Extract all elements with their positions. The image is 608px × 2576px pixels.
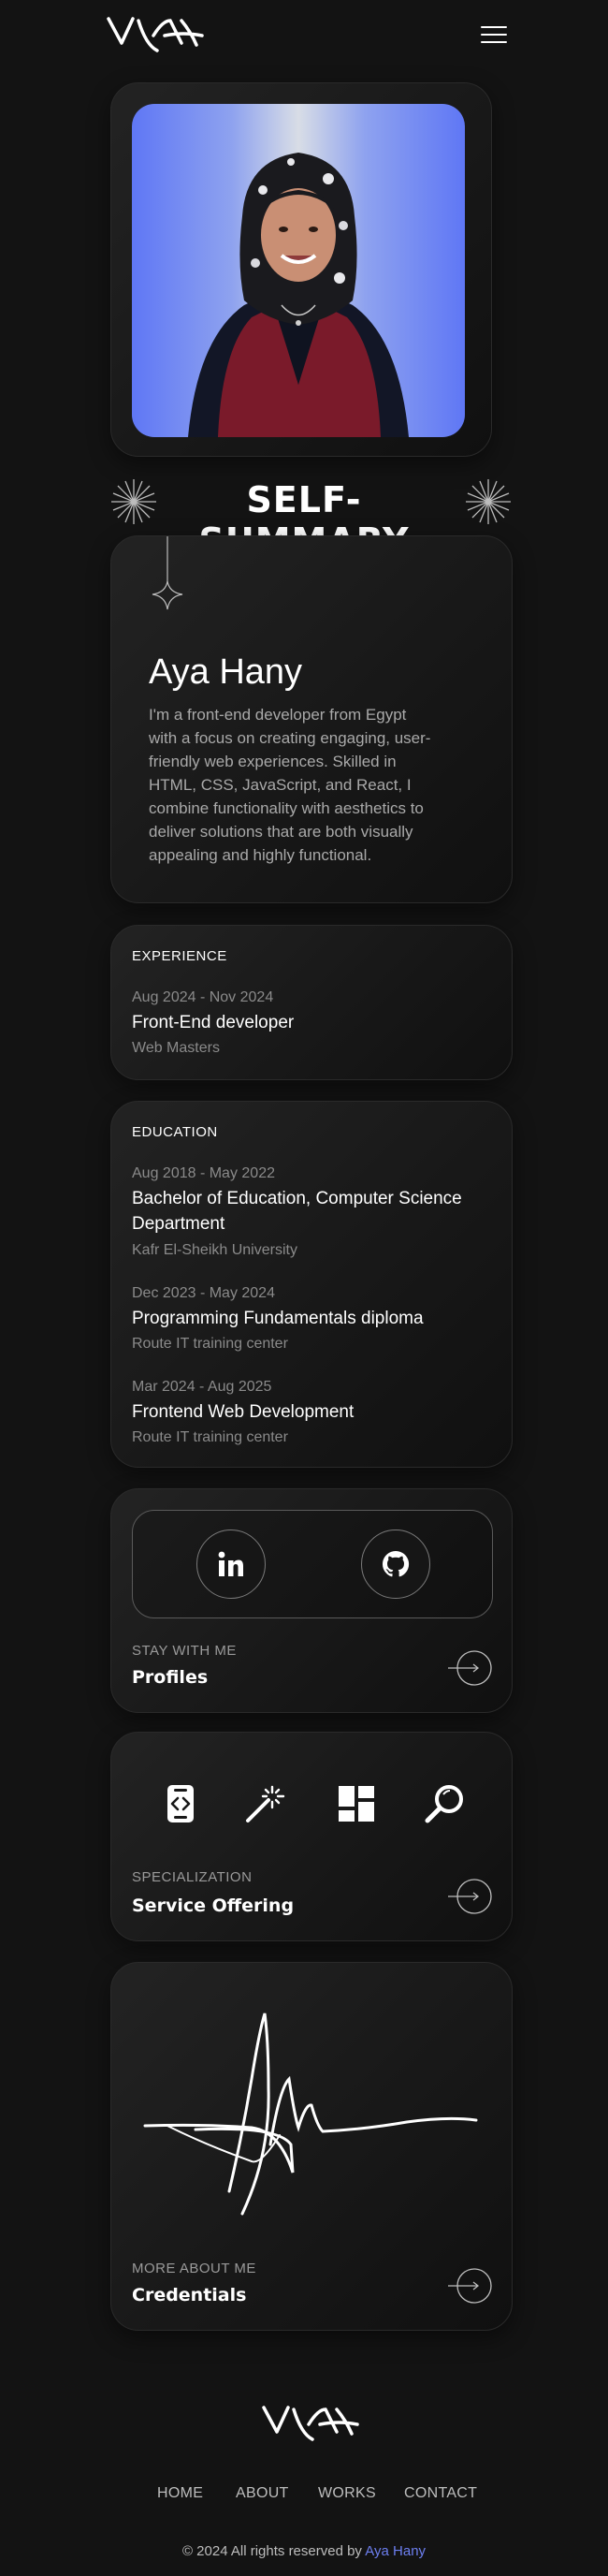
education-degree: Programming Fundamentals diploma (132, 1309, 424, 1328)
education-degree: Frontend Web Development (132, 1402, 355, 1422)
arrow-right-icon[interactable] (448, 1648, 492, 1688)
summary-description: I'm a front-end developer from Egypt wit… (149, 706, 431, 864)
education-date: Aug 2018 - May 2022 (132, 1165, 275, 1181)
education-degree-line2: Department (132, 1214, 225, 1234)
education-date: Mar 2024 - Aug 2025 (132, 1379, 272, 1395)
sparkle-right-icon (464, 477, 513, 530)
arrow-right-icon[interactable] (448, 2266, 492, 2305)
footer-link-works[interactable]: WORKS (318, 2485, 376, 2502)
education-degree: Bachelor of Education, Computer Science … (132, 1186, 497, 1237)
education-card: EDUCATION Aug 2018 - May 2022 Bachelor o… (110, 1101, 513, 1468)
experience-heading: EXPERIENCE (132, 948, 227, 964)
services-card[interactable]: SPECIALIZATION Service Offering (110, 1732, 513, 1941)
credentials-card[interactable]: MORE ABOUT ME Credentials (110, 1962, 513, 2331)
profile-photo-card (110, 82, 492, 457)
hamburger-menu-icon[interactable] (481, 26, 507, 45)
education-institution: Route IT training center (132, 1336, 288, 1352)
linkedin-icon[interactable] (196, 1530, 266, 1599)
profile-photo (132, 104, 465, 437)
experience-date: Aug 2024 - Nov 2024 (132, 989, 274, 1005)
arrow-right-icon[interactable] (448, 1877, 492, 1916)
magic-wand-icon (244, 1783, 285, 1824)
footer-logo[interactable] (260, 2396, 361, 2445)
github-icon[interactable] (361, 1530, 430, 1599)
footer-link-home[interactable]: HOME (157, 2485, 203, 2502)
profiles-title: Profiles (132, 1667, 209, 1688)
copyright-prefix: © 2024 All rights reserved by (181, 2543, 366, 2559)
social-links-box (132, 1510, 493, 1618)
star-ornament-icon (147, 536, 188, 615)
sparkle-left-icon (109, 477, 158, 530)
footer-link-contact[interactable]: CONTACT (404, 2485, 477, 2502)
person-name: Aya Hany (149, 652, 303, 692)
experience-company: Web Masters (132, 1040, 220, 1056)
education-institution: Route IT training center (132, 1429, 288, 1445)
services-sub-label: SPECIALIZATION (132, 1869, 253, 1885)
summary-card: Aya Hany I'm a front-end developer from … (110, 535, 513, 903)
profiles-sub-label: STAY WITH ME (132, 1643, 237, 1659)
copyright-name-link[interactable]: Aya Hany (365, 2543, 426, 2559)
search-magnifier-icon (424, 1783, 465, 1824)
experience-role: Front-End developer (132, 1013, 295, 1032)
site-logo[interactable] (105, 7, 206, 56)
profiles-card[interactable]: STAY WITH ME Profiles (110, 1488, 513, 1713)
credentials-title: Credentials (132, 2285, 247, 2305)
ah-signature-icon (139, 2004, 485, 2223)
education-date: Dec 2023 - May 2024 (132, 1285, 275, 1301)
code-device-icon (160, 1783, 201, 1824)
education-degree-line1: Bachelor of Education, Computer Science (132, 1189, 462, 1208)
education-heading: EDUCATION (132, 1124, 218, 1140)
education-institution: Kafr El-Sheikh University (132, 1242, 297, 1258)
footer-link-about[interactable]: ABOUT (236, 2485, 289, 2502)
experience-card: EXPERIENCE Aug 2024 - Nov 2024 Front-End… (110, 925, 513, 1080)
dashboard-layout-icon (336, 1783, 377, 1824)
services-title: Service Offering (132, 1895, 295, 1916)
credentials-sub-label: MORE ABOUT ME (132, 2261, 256, 2276)
copyright-text: © 2024 All rights reserved by Aya Hany (0, 2543, 608, 2559)
